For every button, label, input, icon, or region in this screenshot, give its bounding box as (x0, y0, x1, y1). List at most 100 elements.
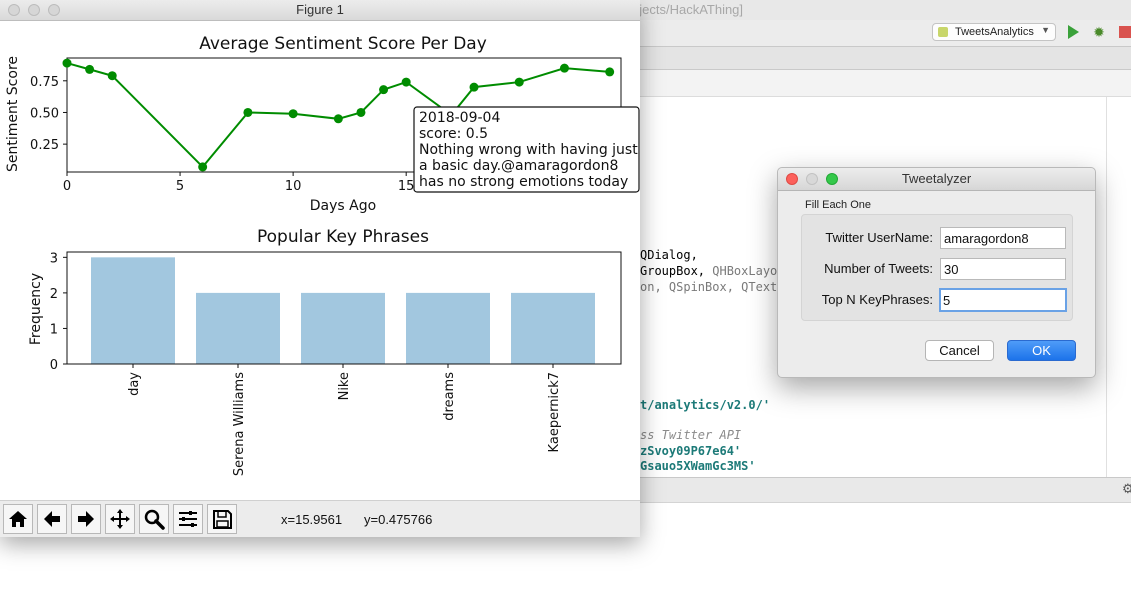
key-phrase-bar (91, 257, 175, 364)
zoom-icon (144, 509, 165, 530)
back-button[interactable] (37, 504, 67, 534)
pan-button[interactable] (105, 504, 135, 534)
sentiment-data-point (514, 77, 524, 87)
bar-chart-category-label: Serena Williams (232, 372, 247, 476)
sentiment-data-point (198, 162, 208, 172)
bar-chart-ytick-label: 2 (50, 287, 58, 302)
stop-icon[interactable] (1119, 26, 1131, 38)
sentiment-data-point (379, 85, 389, 95)
dialog-title: Tweetalyzer (901, 171, 972, 186)
group-box-title: Fill Each One (805, 199, 872, 211)
pan-icon (110, 509, 130, 529)
line-chart-title: Average Sentiment Score Per Day (199, 34, 487, 54)
line-chart-ytick-label: 0.75 (30, 75, 59, 90)
bar-chart-category-label: Nike (337, 372, 352, 400)
annotation-line: has no strong emotions today (419, 174, 628, 190)
bar-chart-ytick-label: 0 (50, 358, 58, 373)
settings-icon[interactable]: ⚙ (1122, 481, 1131, 497)
sentiment-data-point (62, 58, 72, 68)
cursor-x-readout: x=15.9561 (281, 512, 343, 527)
line-chart-ylabel: Sentiment Score (5, 56, 21, 172)
chevron-down-icon: ▼ (1041, 25, 1050, 35)
line-chart-xtick-label: 0 (63, 179, 71, 194)
sentiment-data-point (85, 64, 95, 74)
figure-window: Figure 1 Average Sentiment Score Per Day… (0, 0, 640, 537)
forward-button[interactable] (71, 504, 101, 534)
code-token: GroupBox, (640, 264, 713, 278)
back-icon (44, 511, 60, 527)
run-configuration-label: TweetsAnalytics (955, 26, 1034, 38)
dialog-titlebar: Tweetalyzer (778, 168, 1095, 191)
save-icon (213, 510, 232, 529)
python-config-icon (938, 27, 948, 37)
home-icon (9, 511, 27, 527)
sentiment-data-point (243, 107, 253, 117)
cancel-button[interactable]: Cancel (925, 340, 994, 361)
tweet-count-input[interactable] (940, 258, 1066, 280)
annotation-line: a basic day.@amaragordon8 (419, 158, 618, 174)
bar-chart-category-label: dreams (442, 372, 457, 421)
line-chart-xtick-label: 5 (176, 179, 184, 194)
bar-chart-category-label: day (127, 372, 142, 396)
debug-icon[interactable]: ✹ (1091, 24, 1107, 40)
key-phrase-bar (406, 292, 490, 364)
figure-titlebar: Figure 1 (0, 0, 640, 21)
code-line: Gsauo5XWamGc3MS' (640, 459, 756, 473)
line-chart-ytick-label: 0.50 (30, 106, 59, 121)
annotation-line: Nothing wrong with having just (419, 142, 638, 158)
sentiment-data-point (469, 82, 479, 92)
line-chart-xtick-label: 10 (285, 179, 302, 194)
sentiment-data-point (401, 77, 411, 87)
line-chart-xlabel: Days Ago (310, 198, 376, 214)
tweet-count-label: Number of Tweets: (824, 261, 933, 276)
run-icon[interactable] (1068, 25, 1079, 39)
sentiment-data-point (288, 109, 298, 119)
sentiment-data-point (559, 63, 569, 73)
key-phrase-bar (511, 292, 595, 364)
forward-icon (78, 511, 94, 527)
sentiment-data-point (356, 107, 366, 117)
bar-chart-category-label: Kaepernick7 (547, 372, 562, 452)
ok-button[interactable]: OK (1007, 340, 1076, 361)
top-n-keyphrases-label: Top N KeyPhrases: (821, 292, 933, 307)
home-button[interactable] (3, 504, 33, 534)
bar-chart-ytick-label: 1 (50, 322, 58, 337)
username-input[interactable] (940, 227, 1066, 249)
figure-title: Figure 1 (296, 2, 344, 17)
code-line: on, QSpinBox, QTextE (640, 280, 785, 294)
code-token: QHBoxLayou (712, 264, 785, 278)
data-point-annotation: 2018-09-04 score: 0.5 Nothing wrong with… (413, 106, 640, 193)
username-label: Twitter UserName: (825, 230, 933, 245)
input-group-box: Twitter UserName: Number of Tweets: Top … (801, 214, 1073, 321)
code-token: Gsauo5XWamGc3MS' (640, 459, 756, 473)
sentiment-data-point (333, 114, 343, 124)
matplotlib-toolbar: x=15.9561 y=0.475766 (0, 500, 640, 537)
annotation-line: 2018-09-04 (419, 110, 500, 126)
top-n-keyphrases-input[interactable] (939, 288, 1067, 312)
code-line: GroupBox, QHBoxLayou (640, 264, 785, 278)
zoom-button[interactable] (139, 504, 169, 534)
run-configuration-select[interactable]: TweetsAnalytics ▼ (932, 23, 1056, 41)
save-figure-button[interactable] (207, 504, 237, 534)
line-chart-ytick-label: 0.25 (30, 138, 59, 153)
sentiment-data-point (107, 71, 117, 81)
annotation-line: score: 0.5 (419, 126, 488, 142)
code-line: QDialog, (640, 248, 698, 262)
bar-chart-ytick-label: 3 (50, 251, 58, 266)
code-line: zSvoy09P67e64' (640, 444, 741, 458)
key-phrases-bar-chart: Popular Key Phrases Frequency 0 1 2 3 day Ser… (28, 227, 622, 476)
key-phrase-bar (301, 292, 385, 364)
ide-project-path: ojects/HackAThing] (632, 2, 744, 17)
tweetalyzer-dialog: Tweetalyzer Fill Each One Twitter UserNa… (777, 167, 1096, 378)
cursor-y-readout: y=0.475766 (364, 512, 433, 527)
sentiment-data-point (605, 67, 615, 77)
line-chart-xtick-label: 15 (398, 179, 415, 194)
code-token: ss Twitter API (640, 428, 742, 442)
configure-icon (179, 511, 197, 527)
code-token: on, QSpinBox, QTextE (640, 280, 785, 294)
bar-chart-ylabel: Frequency (28, 273, 44, 345)
configure-subplots-button[interactable] (173, 504, 203, 534)
code-token: QDialog, (640, 248, 698, 262)
figure-canvas[interactable]: Average Sentiment Score Per Day Days Ago… (0, 21, 640, 500)
bar-chart-title: Popular Key Phrases (257, 227, 429, 247)
